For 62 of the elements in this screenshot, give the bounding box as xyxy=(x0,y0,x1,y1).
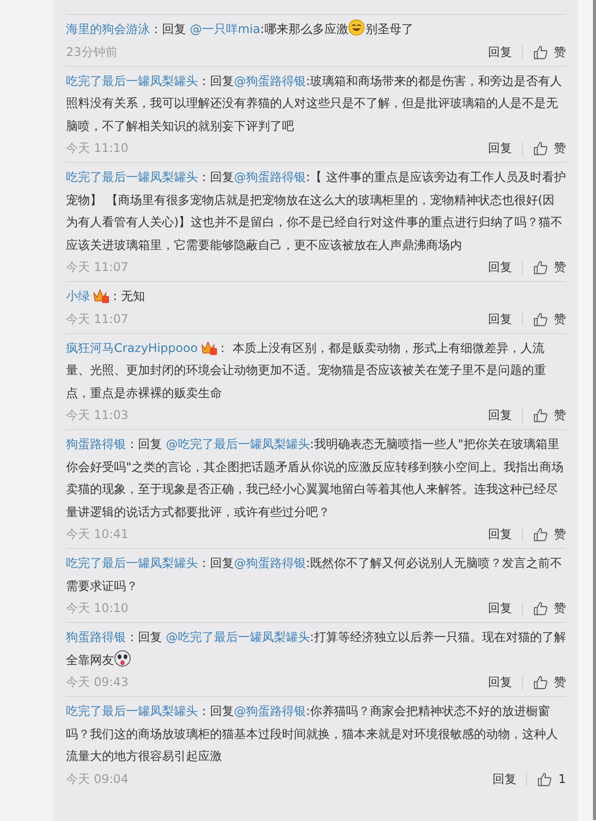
thumbs-up-icon xyxy=(533,601,548,616)
thumbs-up-icon xyxy=(533,141,548,156)
comment-text: 吃完了最后一罐凤梨罐头：回复@狗蛋路得银:玻璃箱和商场带来的都是伤害，和旁边是否有人照料没有关系，我可以理解还没有养猫的人对这些只是不了解，但是批评玻璃箱的人是不是无脑喷，不了解相关知识的就别妄下评判了吧 xyxy=(66,72,564,134)
comment-time: 23分钟前 xyxy=(66,44,118,60)
mention-link[interactable]: @狗蛋路得银 xyxy=(234,170,306,184)
comment-text: 吃完了最后一罐凤梨罐头：回复@狗蛋路得银:既然你不了解又何必说别人无脑喷？发言之前不需要求证吗？ xyxy=(66,555,564,594)
comment-time: 今天 10:10 xyxy=(66,600,130,617)
thumbs-up-icon xyxy=(537,772,552,786)
mention-link[interactable]: @狗蛋路得银 xyxy=(234,556,306,570)
smiley-icon xyxy=(348,19,366,36)
username-link[interactable]: 狗蛋路得银 xyxy=(66,437,126,451)
like-button[interactable]: 赞 xyxy=(533,407,566,424)
like-button[interactable]: 赞 xyxy=(533,44,566,60)
mention-link[interactable]: @狗蛋路得银 xyxy=(234,74,306,88)
reply-button[interactable]: 回复 xyxy=(488,140,512,157)
like-button[interactable]: 赞 xyxy=(533,310,566,328)
mention-link[interactable]: @狗蛋路得银 xyxy=(234,704,306,718)
comment-text: 狗蛋路得银：回复 @吃完了最后一罐凤梨罐头:我明确表态无脑喷指一些人"把你关在玻璃箱里你会好受吗"之类的言论，其企图把话题矛盾从你说的应激反应转移到狭小空间上。我指出商场卖猫的现象，至于现象是否正确，我已经小心翼翼地留白等着其他人来解答。连我这种已经尽量讲逻辑的说话方式都要批评，或许有些过分吧？ xyxy=(66,436,565,520)
reply-button[interactable]: 回复 xyxy=(488,259,512,276)
username-link[interactable]: 吃完了最后一罐凤梨罐头 xyxy=(66,704,198,718)
username-link[interactable]: 海里的狗会游泳 xyxy=(66,22,150,36)
username-link[interactable]: 狗蛋路得银 xyxy=(66,630,126,644)
thumbs-up-icon xyxy=(533,675,548,690)
reply-button[interactable]: 回复 xyxy=(488,526,512,543)
like-button[interactable]: 赞 xyxy=(533,600,566,617)
thumbs-up-icon xyxy=(533,527,548,542)
comment-text: 海里的狗会游泳：回复 @一只咩mia:哪来那么多应激 别圣母了 xyxy=(66,18,566,40)
like-button[interactable]: 赞 xyxy=(533,140,566,157)
reply-button[interactable]: 回复 xyxy=(488,600,512,617)
comment-time: 今天 11:03 xyxy=(66,407,130,424)
comment-time: 今天 11:07 xyxy=(66,259,130,276)
reply-button[interactable]: 回复 xyxy=(488,407,512,424)
reply-button[interactable]: 回复 xyxy=(488,310,512,328)
comment-time: 今天 11:10 xyxy=(66,140,130,157)
reply-button[interactable]: 回复 xyxy=(488,44,512,60)
reply-button[interactable]: 回复 xyxy=(488,674,512,691)
comment-text: 吃完了最后一罐凤梨罐头：回复@狗蛋路得银:【 这件事的重点是应该旁边有工作人员及时看护宠物】 【商场里有很多宠物店就是把宠物放在这么大的玻璃柜里的，宠物精神状态也很好(因为有人看管有人关心)】这也并不是留白，你不是已经自行对这件事的重点进行归纳了吗？猫不应该关进玻璃箱里，它需要能够隐蔽自己，更不应该被放在人声鼎沸商场内 xyxy=(66,169,566,254)
username-link[interactable]: 吃完了最后一罐凤梨罐头 xyxy=(66,74,198,88)
like-button[interactable]: 1 xyxy=(537,772,566,786)
mention-link[interactable]: @吃完了最后一罐凤梨罐头 xyxy=(166,437,310,451)
thumbs-up-icon xyxy=(533,312,548,326)
comment-text: 吃完了最后一罐凤梨罐头：回复@狗蛋路得银:你养猫吗？商家会把精神状态不好的放进橱窗吗？我们这的商场放玻璃柜的猫基本过段时间就换，猫本来就是对环境很敏感的动物，这种人流量大的地方很容易引起应激 xyxy=(66,703,559,765)
comment-text: 小绿 ：无知 xyxy=(66,287,146,305)
comment-time: 今天 09:04 xyxy=(66,770,130,788)
thumbs-up-icon xyxy=(533,260,548,275)
like-button[interactable]: 赞 xyxy=(533,259,566,276)
mention-link[interactable]: @吃完了最后一罐凤梨罐头 xyxy=(166,630,310,644)
username-link[interactable]: 疯狂河马CrazyHippooo xyxy=(66,340,198,354)
comment-time: 今天 09:43 xyxy=(66,674,130,691)
comment-time: 今天 11:07 xyxy=(66,310,130,328)
username-link[interactable]: 小绿 xyxy=(66,289,90,303)
thumbs-up-icon xyxy=(533,44,548,60)
reply-button[interactable]: 回复 xyxy=(492,770,516,788)
comment-text: 狗蛋路得银：回复 @吃完了最后一罐凤梨罐头:打算等经济独立以后养一只猫。现在对猫的了解全靠网友 xyxy=(66,629,566,668)
mention-link[interactable]: @一只咩mia xyxy=(190,22,260,36)
like-button[interactable]: 赞 xyxy=(533,526,566,543)
comment-time: 今天 10:41 xyxy=(66,526,130,543)
comment-text: 疯狂河马CrazyHippooo ： 本质上没有区别，都是贩卖动物，形式上有细微差异，人流量、光照、更加封闭的环境会让动物更加不适。宠物猫是否应该被关在笼子里不是问题的重点，重点是赤裸裸的贩卖生命 xyxy=(66,338,547,402)
like-button[interactable]: 赞 xyxy=(533,674,566,691)
username-link[interactable]: 吃完了最后一罐凤梨罐头 xyxy=(66,170,198,184)
username-link[interactable]: 吃完了最后一罐凤梨罐头 xyxy=(66,556,198,570)
thumbs-up-icon xyxy=(533,408,548,423)
